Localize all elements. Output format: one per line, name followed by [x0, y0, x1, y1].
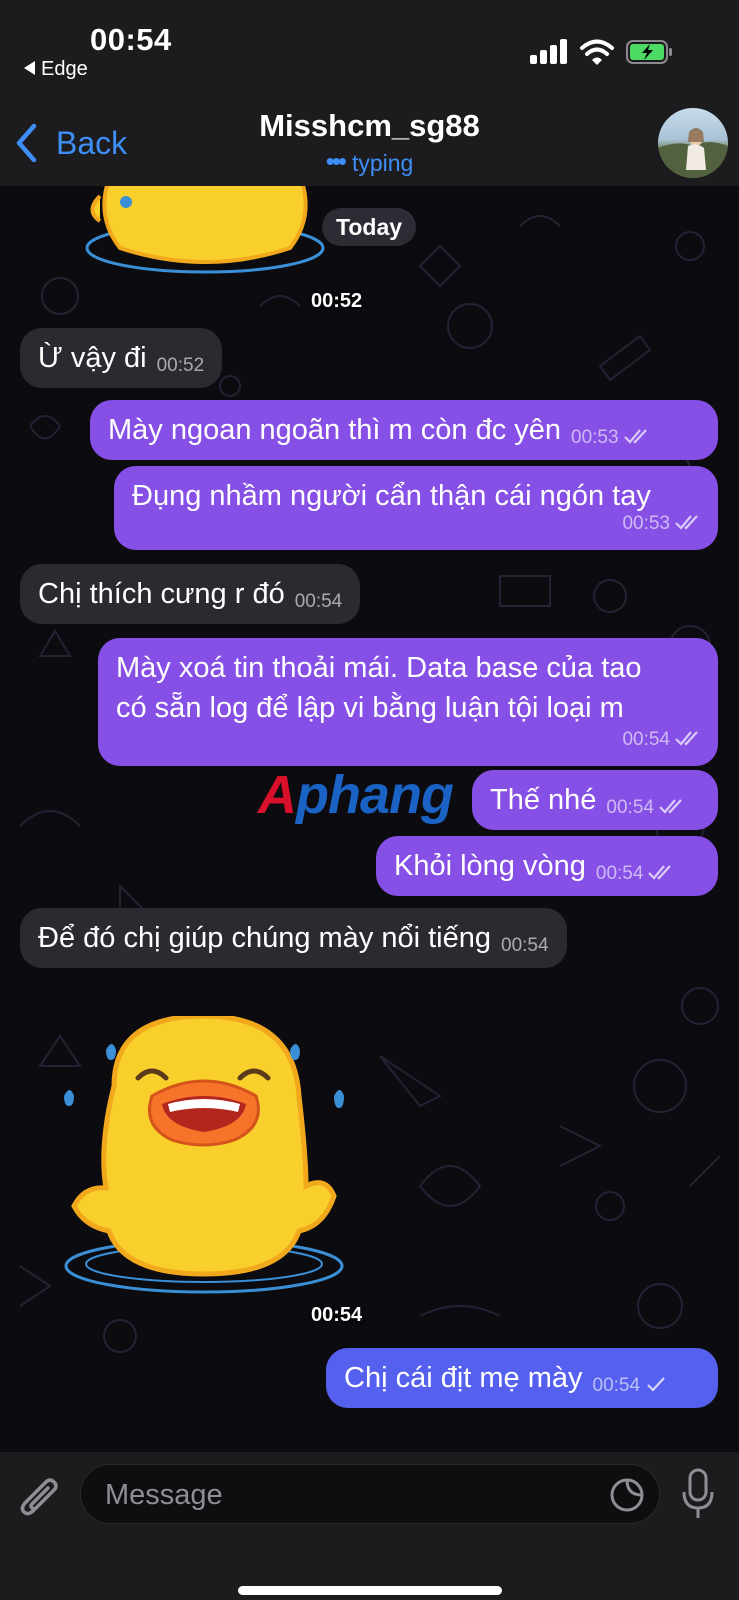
- sticker-time: 00:52: [311, 290, 363, 312]
- read-checkmarks-icon: [648, 865, 672, 880]
- message-time: 00:54: [622, 729, 670, 750]
- back-to-app-button[interactable]: Edge: [24, 58, 88, 81]
- message-bubble-incoming[interactable]: Để đó chị giúp chúng mày nổi tiếng 00:54: [20, 908, 567, 968]
- message-time: 00:52: [156, 355, 205, 376]
- read-checkmarks-icon: [623, 429, 647, 444]
- microphone-icon[interactable]: [680, 1468, 716, 1520]
- avatar[interactable]: [658, 108, 728, 178]
- home-indicator[interactable]: [238, 1586, 502, 1595]
- status-time: 00:54: [90, 22, 172, 57]
- typing-dots-icon: •••: [325, 146, 347, 176]
- message-bubble-outgoing[interactable]: Chị cái địt mẹ mày 00:54: [326, 1348, 718, 1408]
- chat-area[interactable]: Today 00:52 Ừ vậy đi 00:52 Mày ngoan ngoã…: [0, 186, 739, 1452]
- message-time: 00:54: [595, 863, 644, 884]
- message-time: 00:54: [294, 591, 343, 612]
- message-text: Chị cái địt mẹ mày: [344, 1362, 583, 1394]
- message-bubble-outgoing[interactable]: Thế nhé 00:54: [472, 770, 718, 830]
- message-input-bar: Message: [0, 1452, 739, 1600]
- message-text: Thế nhé: [490, 784, 597, 816]
- cellular-signal-icon: [530, 38, 570, 64]
- sticker-icon[interactable]: [609, 1477, 645, 1513]
- message-text: Ừ vậy đi: [38, 342, 147, 374]
- back-triangle-icon: [24, 61, 35, 75]
- chat-title[interactable]: Misshcm_sg88: [0, 108, 739, 144]
- message-bubble-outgoing[interactable]: Đụng nhầm người cẩn thận cái ngón tay 00…: [114, 466, 718, 550]
- wifi-icon: [580, 39, 614, 65]
- top-bar: 00:54 Edge Back Misshcm_sg88 ••• typing: [0, 0, 739, 186]
- sticker-time: 00:54: [311, 1304, 363, 1326]
- message-time: 00:53: [622, 513, 670, 534]
- date-separator: Today: [322, 208, 417, 246]
- message-time: 00:54: [501, 935, 549, 956]
- message-text: Mày ngoan ngoãn thì m còn đc yên: [108, 414, 562, 446]
- read-checkmarks-icon: [659, 799, 682, 814]
- message-bubble-incoming[interactable]: Chị thích cưng r đó 00:54: [20, 564, 361, 624]
- duck-sticker-partial: [85, 186, 325, 274]
- message-time: 00:53: [571, 427, 619, 448]
- message-text: Chị thích cưng r đó: [38, 578, 285, 610]
- message-input[interactable]: Message: [80, 1464, 660, 1524]
- watermark-logo: Aphang: [258, 765, 454, 825]
- message-bubble-outgoing[interactable]: Mày ngoan ngoãn thì m còn đc yên 00:53: [90, 400, 718, 460]
- message-bubble-outgoing[interactable]: Khỏi lòng vòng 00:54: [376, 836, 718, 896]
- message-time: 00:54: [592, 1375, 641, 1396]
- battery-charging-icon: [626, 40, 672, 64]
- message-text: Đụng nhầm người cẩn thận cái ngón tay: [132, 480, 651, 512]
- message-text-line-1: Mày xoá tin thoải mái. Data base của tao: [116, 652, 642, 684]
- read-checkmarks-icon: [675, 731, 698, 746]
- avatar-photo-icon: [658, 128, 728, 178]
- laughing-duck-sticker[interactable]: [44, 1016, 364, 1296]
- message-placeholder: Message: [105, 1479, 223, 1511]
- chat-status: ••• typing: [0, 146, 739, 177]
- sent-checkmark-icon: [647, 1377, 665, 1392]
- message-time: 00:54: [606, 797, 654, 818]
- paperclip-icon[interactable]: [18, 1472, 62, 1524]
- message-text: Khỏi lòng vòng: [394, 850, 586, 882]
- typing-label: typing: [351, 150, 414, 176]
- message-text: Để đó chị giúp chúng mày nổi tiếng: [38, 922, 492, 954]
- message-bubble-outgoing[interactable]: Mày xoá tin thoải mái. Data base của tao…: [98, 638, 718, 766]
- back-app-label: Edge: [41, 58, 88, 80]
- message-bubble-incoming[interactable]: Ừ vậy đi 00:52: [20, 328, 223, 388]
- message-text-line-2: có sẵn log để lập vi bằng luận tội loại …: [116, 692, 624, 724]
- read-checkmarks-icon: [675, 515, 698, 530]
